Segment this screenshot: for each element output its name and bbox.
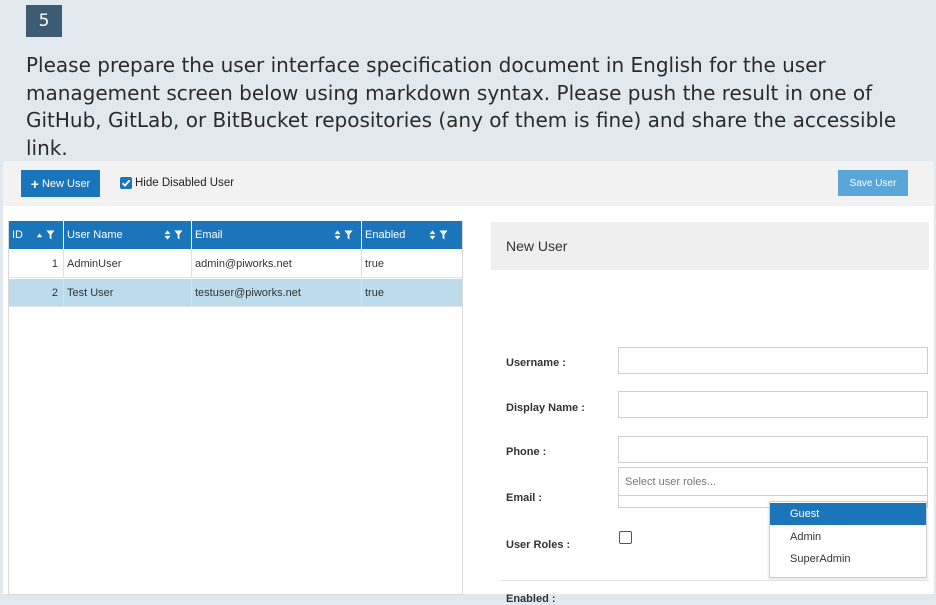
filter-icon[interactable]	[46, 230, 55, 240]
cell-email: admin@piworks.net	[192, 250, 362, 278]
sort-icon[interactable]	[429, 230, 436, 240]
column-header-id[interactable]: ID	[9, 221, 64, 249]
role-option-guest[interactable]: Guest	[770, 503, 926, 525]
hide-disabled-toggle[interactable]: Hide Disabled User	[120, 175, 234, 191]
plus-icon: +	[30, 175, 39, 192]
user-roles-select[interactable]: Select user roles...	[618, 467, 928, 496]
username-label: Username :	[506, 357, 566, 369]
checkmark-icon	[121, 179, 131, 187]
username-field[interactable]	[618, 347, 928, 374]
role-option-admin[interactable]: Admin	[770, 526, 926, 548]
toolbar: + New User Hide Disabled User Save User	[3, 161, 934, 206]
form-header: New User	[491, 222, 929, 270]
form-title: New User	[506, 238, 568, 254]
task-instructions: Please prepare the user interface specif…	[26, 53, 897, 160]
sort-icon[interactable]	[164, 230, 171, 240]
users-grid: ID User Name Email Enabled 1 AdminUser a…	[8, 221, 463, 595]
sort-asc-icon[interactable]	[36, 232, 43, 239]
cell-id: 1	[9, 250, 64, 278]
filter-icon[interactable]	[439, 230, 448, 240]
task-number-badge: 5	[26, 5, 62, 37]
user-form-panel: New User Username : Display Name : Phone…	[491, 221, 929, 605]
cell-enabled: true	[365, 287, 384, 299]
table-row[interactable]: 1 AdminUser admin@piworks.net true	[9, 250, 462, 278]
new-user-label: New User	[41, 177, 91, 190]
phone-field[interactable]	[618, 436, 928, 463]
column-header-username[interactable]: User Name	[64, 221, 192, 249]
user-roles-placeholder: Select user roles...	[625, 475, 717, 488]
hide-disabled-checkbox[interactable]	[120, 177, 132, 189]
sort-icon[interactable]	[334, 230, 341, 240]
column-header-email[interactable]: Email	[192, 221, 362, 249]
hide-disabled-label: Hide Disabled User	[135, 177, 235, 189]
cell-enabled: true	[365, 258, 384, 270]
enabled-label: Enabled :	[506, 593, 556, 605]
form-divider	[501, 580, 929, 581]
column-label-enabled: Enabled	[365, 229, 406, 241]
column-label-email: Email	[195, 229, 223, 241]
display-name-field[interactable]	[618, 391, 928, 418]
table-row[interactable]: 2 Test User testuser@piworks.net true	[9, 279, 462, 307]
filter-icon[interactable]	[344, 230, 353, 240]
phone-label: Phone :	[506, 446, 547, 458]
grid-header: ID User Name Email Enabled	[9, 221, 462, 249]
display-name-label: Display Name :	[506, 402, 585, 414]
user-management-screenshot: + New User Hide Disabled User Save User …	[3, 161, 934, 605]
save-user-button[interactable]: Save User	[838, 170, 908, 196]
enabled-checkbox[interactable]	[619, 531, 632, 544]
user-roles-label: User Roles :	[506, 539, 571, 551]
cell-id: 2	[9, 279, 64, 307]
save-user-label: Save User	[849, 177, 897, 189]
cell-username: Test User	[64, 279, 192, 307]
column-label-id: ID	[12, 229, 23, 241]
column-label-username: User Name	[67, 229, 123, 241]
column-header-enabled[interactable]: Enabled	[362, 221, 462, 249]
cell-email: testuser@piworks.net	[192, 279, 362, 307]
new-user-button[interactable]: + New User	[21, 170, 100, 197]
email-label: Email :	[506, 492, 543, 504]
filter-icon[interactable]	[174, 230, 183, 240]
user-roles-dropdown: Guest Admin SuperAdmin	[769, 501, 927, 578]
cell-username: AdminUser	[64, 250, 192, 278]
role-option-superadmin[interactable]: SuperAdmin	[770, 548, 926, 570]
